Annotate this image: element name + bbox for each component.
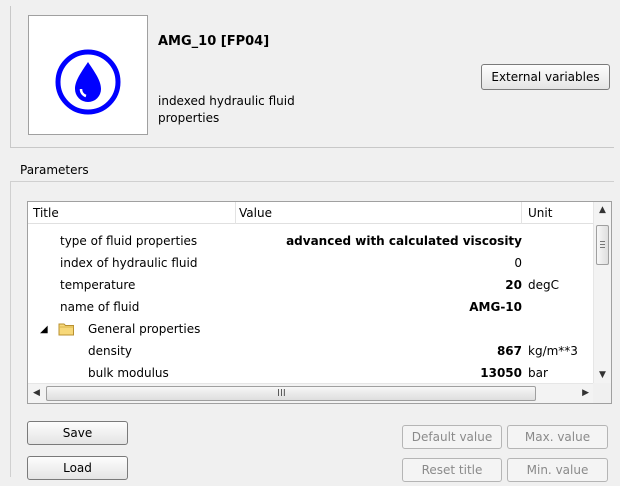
param-title: temperature xyxy=(60,278,136,292)
save-button[interactable]: Save xyxy=(27,421,128,445)
column-header-title[interactable]: Title xyxy=(33,206,59,220)
param-title: index of hydraulic fluid xyxy=(60,256,198,270)
group-label: General properties xyxy=(88,322,201,336)
horizontal-scrollbar[interactable]: ◀ III ▶ xyxy=(28,383,594,403)
column-separator[interactable] xyxy=(521,202,522,224)
parameters-tree[interactable]: Title Value Unit type of fluid propertie… xyxy=(27,201,612,404)
folder-icon xyxy=(58,322,75,339)
param-value[interactable]: 0 xyxy=(514,256,522,270)
param-title: type of fluid properties xyxy=(60,234,198,248)
horizontal-scroll-thumb[interactable]: III xyxy=(46,386,536,401)
reset-title-button[interactable]: Reset title xyxy=(402,458,502,482)
param-title: density xyxy=(88,344,132,358)
hydraulic-fluid-drop-icon xyxy=(55,49,121,115)
scroll-right-arrow-icon[interactable]: ▶ xyxy=(582,388,589,398)
table-row[interactable]: type of fluid properties advanced with c… xyxy=(28,231,594,253)
param-title: name of fluid xyxy=(60,300,140,314)
column-header-value[interactable]: Value xyxy=(239,206,272,220)
param-title: bulk modulus xyxy=(88,366,169,380)
component-icon-box xyxy=(28,15,148,135)
table-row[interactable]: density 867 kg/m**3 xyxy=(28,341,594,363)
scrollbar-corner xyxy=(593,383,611,403)
max-value-button[interactable]: Max. value xyxy=(507,425,608,449)
param-value[interactable]: advanced with calculated viscosity xyxy=(286,234,522,248)
default-value-button[interactable]: Default value xyxy=(402,425,502,449)
scroll-left-arrow-icon[interactable]: ◀ xyxy=(33,388,40,398)
column-header-unit[interactable]: Unit xyxy=(528,206,552,220)
param-unit: degC xyxy=(528,278,559,292)
component-description: indexed hydraulic fluid properties xyxy=(158,94,295,125)
component-title: AMG_10 [FP04] xyxy=(158,34,270,49)
tree-group-row[interactable]: ◢ General properties xyxy=(28,319,594,341)
table-row[interactable]: name of fluid AMG-10 xyxy=(28,297,594,319)
tree-header: Title Value Unit xyxy=(28,202,594,224)
collapse-triangle-icon[interactable]: ◢ xyxy=(40,324,48,335)
table-row[interactable]: bulk modulus 13050 bar xyxy=(28,363,594,385)
param-value[interactable]: 867 xyxy=(497,344,522,358)
scroll-grip: III xyxy=(277,388,286,399)
parameters-group-label: Parameters xyxy=(20,163,91,177)
table-row[interactable]: temperature 20 degC xyxy=(28,275,594,297)
scroll-up-arrow-icon[interactable]: ▲ xyxy=(599,205,606,215)
load-button[interactable]: Load xyxy=(27,456,128,480)
param-unit: kg/m**3 xyxy=(528,344,578,358)
param-value[interactable]: AMG-10 xyxy=(469,300,522,314)
param-value[interactable]: 13050 xyxy=(480,366,522,380)
min-value-button[interactable]: Min. value xyxy=(507,458,608,482)
vertical-scrollbar[interactable]: ▲ ▼ xyxy=(593,202,611,383)
external-variables-button[interactable]: External variables xyxy=(481,64,610,90)
table-row[interactable]: index of hydraulic fluid 0 xyxy=(28,253,594,275)
vertical-scroll-thumb[interactable] xyxy=(596,225,609,265)
param-unit: bar xyxy=(528,366,548,380)
column-separator[interactable] xyxy=(235,202,236,224)
scroll-down-arrow-icon[interactable]: ▼ xyxy=(599,370,606,380)
param-value[interactable]: 20 xyxy=(505,278,522,292)
